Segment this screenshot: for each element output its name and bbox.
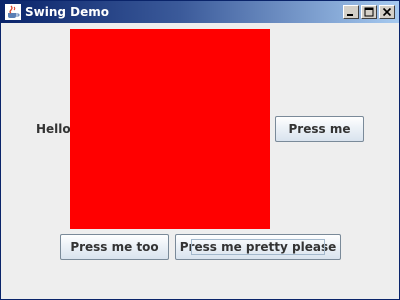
close-button[interactable] (379, 5, 395, 19)
press-me-too-button[interactable]: Press me too (60, 234, 169, 260)
close-icon (382, 7, 392, 17)
press-me-pretty-please-button[interactable]: Press me pretty please (175, 234, 341, 260)
red-panel (70, 29, 270, 229)
java-cup-icon[interactable] (5, 4, 21, 20)
maximize-icon (364, 7, 374, 17)
maximize-button[interactable] (361, 5, 377, 19)
minimize-icon (347, 14, 353, 16)
press-me-button[interactable]: Press me (275, 116, 364, 142)
press-me-pretty-please-label: Press me pretty please (179, 240, 337, 254)
window-title: Swing Demo (25, 5, 109, 19)
minimize-button[interactable] (343, 5, 359, 19)
content-pane: Hello Press me Press me too Press me pre… (1, 23, 399, 299)
hello-label: Hello (36, 122, 71, 136)
title-bar[interactable]: Swing Demo (1, 1, 399, 23)
app-window: Swing Demo Hello Press me Press me too P… (0, 0, 400, 300)
